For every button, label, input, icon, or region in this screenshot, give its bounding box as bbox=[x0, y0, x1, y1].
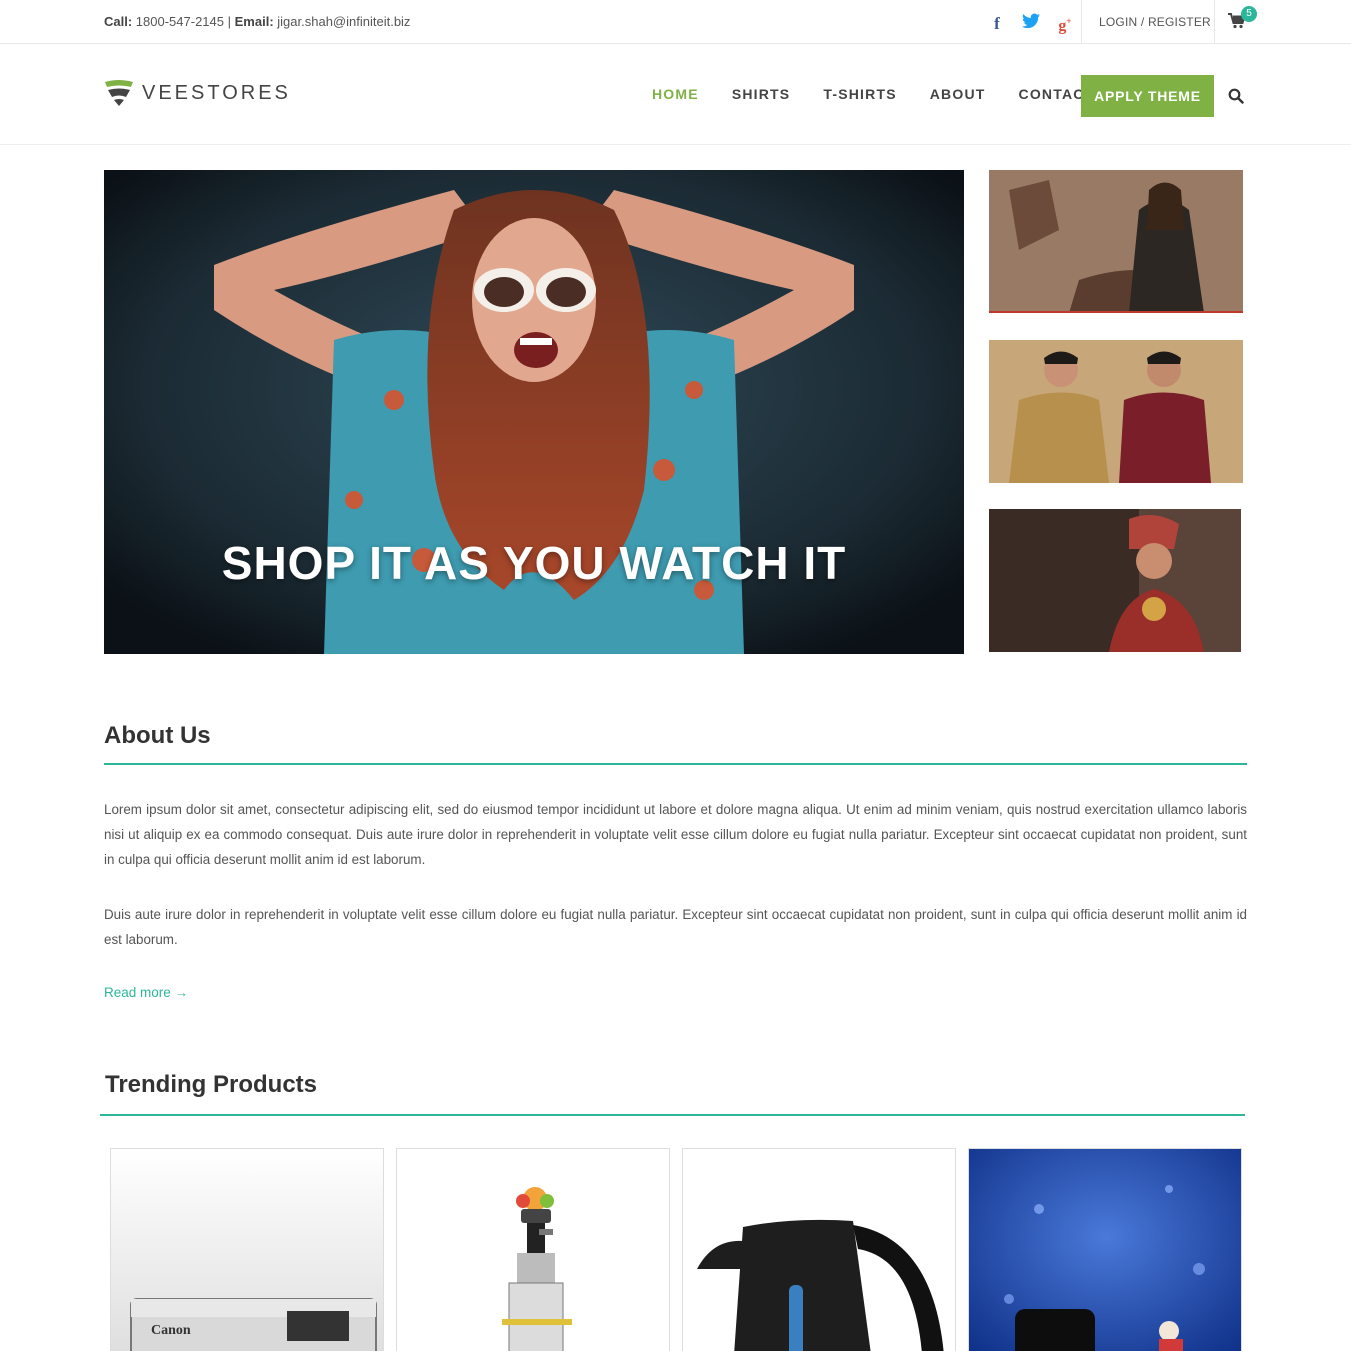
facebook-icon[interactable]: f bbox=[986, 14, 1008, 34]
kettle-image bbox=[683, 1149, 955, 1351]
contact-info: Call: 1800-547-2145 | Email: jigar.shah@… bbox=[104, 14, 410, 29]
mens-ethnic-image bbox=[989, 340, 1243, 483]
social-links: f g+ bbox=[986, 11, 1076, 36]
trending-divider bbox=[100, 1114, 1245, 1116]
phone-number[interactable]: 1800-547-2145 bbox=[136, 14, 224, 29]
main-nav: HOME SHIRTS T-SHIRTS ABOUT CONTACT bbox=[652, 86, 1127, 102]
product-card-camera[interactable]: Canon bbox=[110, 1148, 384, 1351]
juicer-image bbox=[397, 1149, 669, 1351]
ethnic-fashion-image bbox=[989, 170, 1243, 311]
product-card-bottle[interactable] bbox=[968, 1148, 1242, 1351]
nav-shirts[interactable]: SHIRTS bbox=[732, 86, 791, 102]
email-label: Email: bbox=[234, 14, 274, 29]
perfume-image bbox=[969, 1149, 1241, 1351]
google-plus-icon[interactable]: g+ bbox=[1054, 11, 1076, 36]
promo-image-3[interactable] bbox=[989, 509, 1241, 652]
promo-image-2[interactable] bbox=[989, 340, 1243, 483]
bridal-fashion-image bbox=[989, 509, 1241, 652]
about-title: About Us bbox=[104, 722, 211, 749]
promo-image-1[interactable] bbox=[989, 170, 1243, 313]
main-header: VEESTORES HOME SHIRTS T-SHIRTS ABOUT CON… bbox=[0, 45, 1351, 145]
call-label: Call: bbox=[104, 14, 133, 29]
contact-separator: | bbox=[227, 14, 232, 29]
site-logo[interactable]: VEESTORES bbox=[104, 79, 291, 107]
divider bbox=[1214, 0, 1215, 44]
top-bar: Call: 1800-547-2145 | Email: jigar.shah@… bbox=[0, 0, 1351, 44]
login-register-link[interactable]: LOGIN / REGISTER bbox=[1099, 15, 1211, 29]
nav-home[interactable]: HOME bbox=[652, 86, 699, 102]
divider bbox=[1081, 0, 1082, 44]
about-divider bbox=[104, 763, 1247, 765]
trending-title: Trending Products bbox=[105, 1071, 318, 1098]
about-paragraph-1: Lorem ipsum dolor sit amet, consectetur … bbox=[104, 802, 1247, 867]
nav-t-shirts[interactable]: T-SHIRTS bbox=[823, 86, 896, 102]
logo-icon bbox=[105, 80, 133, 106]
about-paragraph-2: Duis aute irure dolor in reprehenderit i… bbox=[104, 907, 1247, 947]
logo-text: VEESTORES bbox=[142, 81, 291, 104]
twitter-icon[interactable] bbox=[1020, 13, 1042, 34]
nav-about[interactable]: ABOUT bbox=[930, 86, 986, 102]
camera-image: Canon bbox=[111, 1149, 383, 1351]
camera-brand-label: Canon bbox=[151, 1323, 191, 1338]
hero-caption: SHOP IT AS YOU WATCH IT bbox=[221, 537, 847, 589]
read-more-link[interactable]: Read more → bbox=[104, 985, 188, 1000]
product-card-juicer[interactable] bbox=[396, 1148, 670, 1351]
cart-count-badge: 5 bbox=[1241, 6, 1257, 22]
search-icon[interactable] bbox=[1228, 88, 1244, 104]
product-card-kettle[interactable] bbox=[682, 1148, 956, 1351]
apply-theme-button[interactable]: APPLY THEME bbox=[1081, 75, 1214, 117]
email-address[interactable]: jigar.shah@infiniteit.biz bbox=[277, 14, 410, 29]
hero-banner[interactable]: SHOP IT AS YOU WATCH IT bbox=[104, 170, 964, 654]
